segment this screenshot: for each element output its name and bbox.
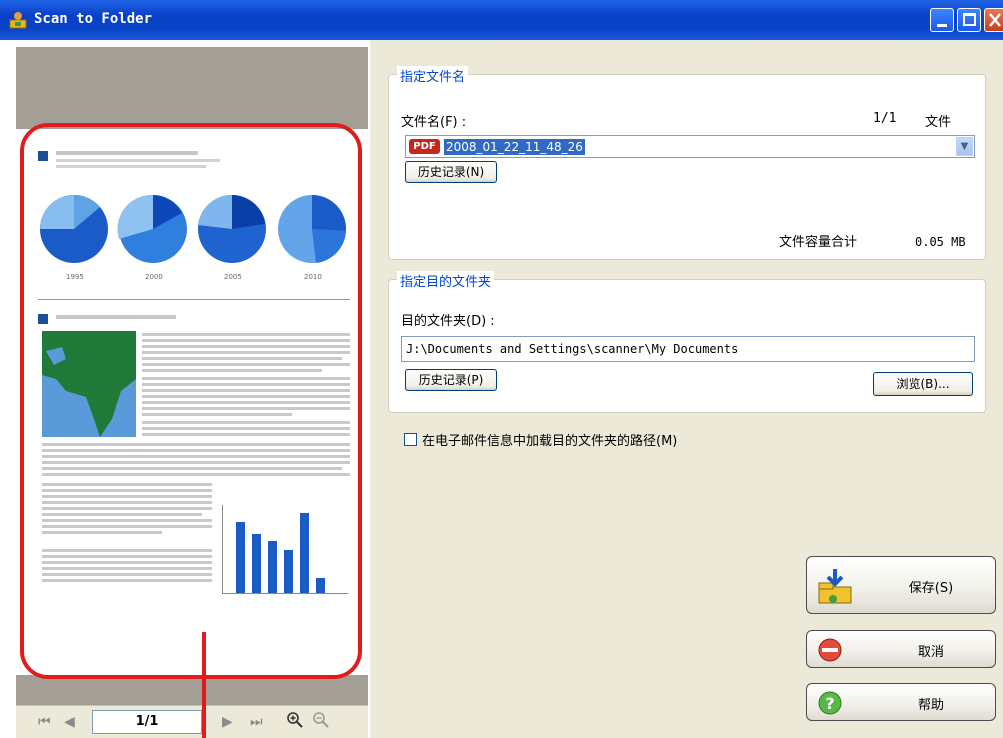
file-name-value: 2008_01_22_11_48_26: [444, 139, 585, 155]
scan-to-folder-app-icon: [9, 12, 27, 29]
pdf-file-icon: PDF: [409, 139, 440, 154]
page-number-field[interactable]: 1/1: [92, 710, 202, 734]
preview-navigation-bar: ⏮ ◀ 1/1 ▶ ⏭: [16, 705, 368, 738]
previous-page-icon[interactable]: ◀: [64, 714, 75, 730]
destination-folder-input[interactable]: J:\Documents and Settings\scanner\My Doc…: [401, 336, 975, 362]
zoom-out-icon[interactable]: [312, 711, 330, 729]
last-page-icon[interactable]: ⏭: [250, 714, 263, 730]
total-size-value: 0.05 MB: [915, 235, 966, 249]
help-button[interactable]: ? 帮助: [806, 683, 996, 721]
total-size-label: 文件容量合计: [779, 235, 858, 250]
window-title: Scan to Folder: [34, 11, 153, 27]
close-button[interactable]: [984, 8, 1003, 32]
page-selection-highlight: [20, 123, 362, 679]
settings-panel: 指定文件名 文件名(F) : 1/1 文件 PDF 2008_01_22_11_…: [370, 40, 1003, 738]
file-name-group: 指定文件名 文件名(F) : 1/1 文件 PDF 2008_01_22_11_…: [388, 66, 986, 260]
save-to-folder-icon: [818, 569, 852, 604]
cancel-button[interactable]: 取消: [806, 630, 996, 668]
file-count-unit: 文件: [925, 115, 952, 130]
chevron-down-icon[interactable]: ▼: [956, 137, 973, 156]
destination-folder-group: 指定目的文件夹 目的文件夹(D) : J:\Documents and Sett…: [388, 271, 986, 413]
help-button-label: 帮助: [917, 698, 944, 713]
destination-group-legend: 指定目的文件夹: [397, 271, 495, 290]
cancel-icon: [818, 638, 842, 662]
email-path-checkbox-label[interactable]: 在电子邮件信息中加载目的文件夹的路径(M): [422, 430, 677, 449]
folder-history-button[interactable]: 历史记录(P): [405, 369, 497, 391]
file-name-group-legend: 指定文件名: [397, 66, 469, 85]
file-name-combobox[interactable]: PDF 2008_01_22_11_48_26 ▼: [405, 135, 975, 158]
svg-text:?: ?: [825, 694, 834, 713]
zoom-in-icon[interactable]: [286, 711, 304, 729]
browse-button[interactable]: 浏览(B)...: [873, 372, 973, 396]
next-page-icon[interactable]: ▶: [222, 714, 233, 730]
title-bar: Scan to Folder: [0, 0, 1003, 40]
file-name-history-button[interactable]: 历史记录(N): [405, 161, 497, 183]
save-button-label: 保存(S): [908, 581, 954, 596]
file-count-value: 1/1: [873, 111, 897, 126]
preview-pane: 1995 2000 2005 2010: [16, 47, 368, 738]
first-page-icon[interactable]: ⏮: [38, 714, 51, 730]
callout-line: [202, 632, 206, 738]
minimize-button[interactable]: [930, 8, 954, 32]
save-button[interactable]: 保存(S): [806, 556, 996, 614]
maximize-button[interactable]: [957, 8, 981, 32]
cancel-button-label: 取消: [917, 645, 944, 660]
file-name-label: 文件名(F) :: [401, 115, 467, 130]
email-path-checkbox[interactable]: [404, 433, 417, 446]
help-icon: ?: [818, 691, 842, 715]
destination-folder-label: 目的文件夹(D) :: [401, 314, 495, 329]
close-icon: [989, 13, 1001, 27]
